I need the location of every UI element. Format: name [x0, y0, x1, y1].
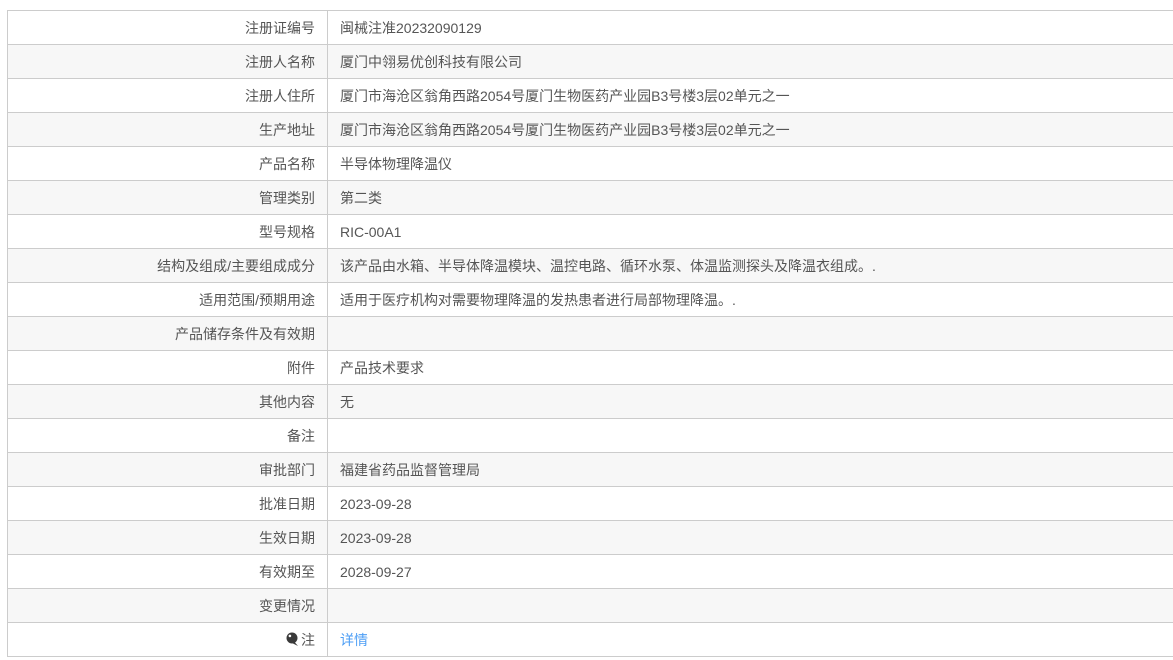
row-label: 其他内容 — [8, 385, 328, 418]
table-row: 产品储存条件及有效期 — [8, 317, 1173, 351]
table-row: 管理类别 第二类 — [8, 181, 1173, 215]
row-label: 审批部门 — [8, 453, 328, 486]
row-label: 注册人名称 — [8, 45, 328, 78]
row-value: 2023-09-28 — [340, 529, 412, 546]
table-row: 变更情况 — [8, 589, 1173, 623]
row-label: 产品储存条件及有效期 — [8, 317, 328, 350]
table-row: 生效日期 2023-09-28 — [8, 521, 1173, 555]
row-value — [328, 317, 1173, 350]
table-row: 适用范围/预期用途 适用于医疗机构对需要物理降温的发热患者进行局部物理降温。. — [8, 283, 1173, 317]
row-label: 产品名称 — [8, 147, 328, 180]
row-label: 变更情况 — [8, 589, 328, 622]
note-label-text: 注 — [301, 631, 315, 648]
table-row: 注册人住所 厦门市海沧区翁角西路2054号厦门生物医药产业园B3号楼3层02单元… — [8, 79, 1173, 113]
row-label: 生效日期 — [8, 521, 328, 554]
table-row: 结构及组成/主要组成成分 该产品由水箱、半导体降温模块、温控电路、循环水泵、体温… — [8, 249, 1173, 283]
row-value: 产品技术要求 — [340, 359, 424, 376]
registration-info-table: 注册证编号 闽械注准20232090129 注册人名称 厦门中翎易优创科技有限公… — [7, 10, 1173, 657]
row-label: 适用范围/预期用途 — [8, 283, 328, 316]
row-value: 2023-09-28 — [340, 495, 412, 512]
row-value — [328, 419, 1173, 452]
row-label: 生产地址 — [8, 113, 328, 146]
row-value: 第二类 — [340, 189, 382, 206]
table-row: 批准日期 2023-09-28 — [8, 487, 1173, 521]
row-value: 闽械注准20232090129 — [340, 19, 482, 36]
row-label: 有效期至 — [8, 555, 328, 588]
row-value-note: 详情 — [328, 623, 1173, 656]
table-row: 有效期至 2028-09-27 — [8, 555, 1173, 589]
row-label: 批准日期 — [8, 487, 328, 520]
table-row: 附件 产品技术要求 — [8, 351, 1173, 385]
table-row: 审批部门 福建省药品监督管理局 — [8, 453, 1173, 487]
row-value: 2028-09-27 — [340, 563, 412, 580]
table-row: 注册人名称 厦门中翎易优创科技有限公司 — [8, 45, 1173, 79]
speech-balloon-icon — [286, 632, 299, 647]
row-value: 无 — [340, 393, 354, 410]
details-link[interactable]: 详情 — [340, 630, 368, 650]
row-value: 厦门市海沧区翁角西路2054号厦门生物医药产业园B3号楼3层02单元之一 — [340, 87, 790, 104]
row-label: 注册证编号 — [8, 11, 328, 44]
row-label: 型号规格 — [8, 215, 328, 248]
table-row: 型号规格 RIC-00A1 — [8, 215, 1173, 249]
row-label: 结构及组成/主要组成成分 — [8, 249, 328, 282]
row-value: 厦门市海沧区翁角西路2054号厦门生物医药产业园B3号楼3层02单元之一 — [340, 121, 790, 138]
table-row: 注册证编号 闽械注准20232090129 — [8, 11, 1173, 45]
row-value: 福建省药品监督管理局 — [340, 461, 480, 478]
row-value: 半导体物理降温仪 — [340, 155, 452, 172]
row-label-note: 注 — [8, 623, 328, 656]
table-row: 产品名称 半导体物理降温仪 — [8, 147, 1173, 181]
table-row-note: 注 详情 — [8, 623, 1173, 657]
row-label: 注册人住所 — [8, 79, 328, 112]
row-value: 厦门中翎易优创科技有限公司 — [340, 53, 522, 70]
row-value: 适用于医疗机构对需要物理降温的发热患者进行局部物理降温。. — [340, 291, 736, 308]
row-label: 管理类别 — [8, 181, 328, 214]
row-value: 该产品由水箱、半导体降温模块、温控电路、循环水泵、体温监测探头及降温衣组成。. — [340, 257, 876, 274]
row-value: RIC-00A1 — [340, 223, 402, 240]
table-row: 备注 — [8, 419, 1173, 453]
row-label: 附件 — [8, 351, 328, 384]
table-row: 生产地址 厦门市海沧区翁角西路2054号厦门生物医药产业园B3号楼3层02单元之… — [8, 113, 1173, 147]
table-row: 其他内容 无 — [8, 385, 1173, 419]
row-value — [328, 589, 1173, 622]
row-label: 备注 — [8, 419, 328, 452]
